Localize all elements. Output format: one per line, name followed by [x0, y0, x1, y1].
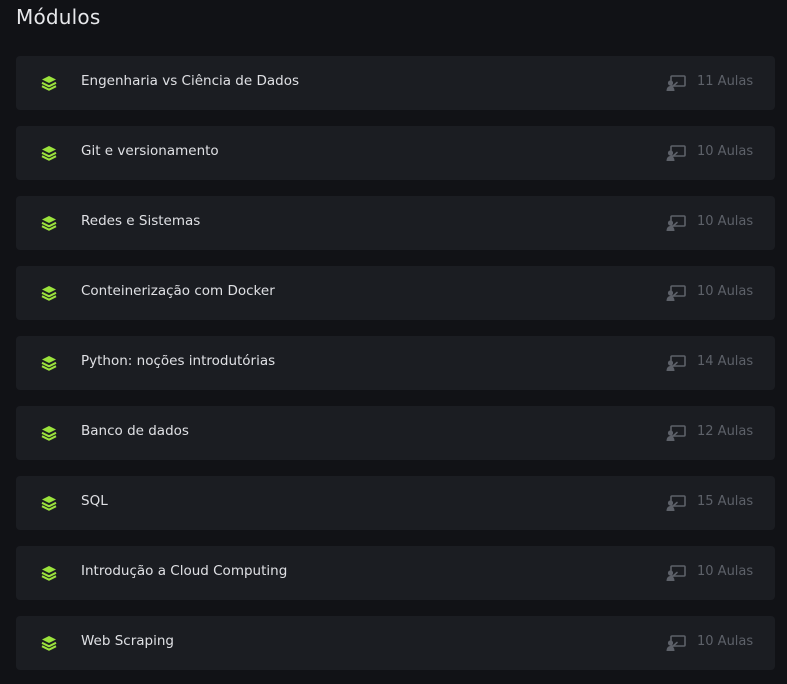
presentation-screen-icon [666, 285, 686, 301]
module-card-8[interactable]: Introdução a Cloud Computing 10 Aulas [16, 546, 775, 600]
lesson-count: 12 Aulas [697, 424, 754, 439]
layers-icon [41, 426, 57, 441]
module-name: Git e versionamento [81, 143, 219, 159]
layers-icon [41, 496, 57, 511]
presentation-screen-icon [666, 425, 686, 441]
module-card-7[interactable]: SQL 15 Aulas [16, 476, 775, 530]
module-name: Introdução a Cloud Computing [81, 563, 288, 579]
presentation-screen-icon [666, 495, 686, 511]
presentation-screen-icon [666, 145, 686, 161]
layers-icon [41, 636, 57, 651]
presentation-screen-icon [666, 565, 686, 581]
layers-icon [41, 566, 57, 581]
module-card-1[interactable]: Engenharia vs Ciência de Dados 11 Aulas [16, 56, 775, 110]
section-title: Módulos [16, 5, 101, 29]
lesson-count: 10 Aulas [697, 634, 754, 649]
module-card-3[interactable]: Redes e Sistemas 10 Aulas [16, 196, 775, 250]
presentation-screen-icon [666, 635, 686, 651]
module-name: Engenharia vs Ciência de Dados [81, 73, 299, 89]
lesson-count: 10 Aulas [697, 284, 754, 299]
module-name: Redes e Sistemas [81, 213, 201, 229]
lesson-count: 15 Aulas [697, 494, 754, 509]
lesson-count: 14 Aulas [697, 354, 754, 369]
module-list: Engenharia vs Ciência de Dados 11 Aulas … [16, 56, 775, 684]
module-name: SQL [81, 493, 108, 509]
layers-icon [41, 216, 57, 231]
presentation-screen-icon [666, 355, 686, 371]
module-card-4[interactable]: Conteinerização com Docker 10 Aulas [16, 266, 775, 320]
lesson-count: 10 Aulas [697, 144, 754, 159]
layers-icon [41, 286, 57, 301]
layers-icon [41, 76, 57, 91]
module-card-6[interactable]: Banco de dados 12 Aulas [16, 406, 775, 460]
lesson-count: 11 Aulas [697, 74, 754, 89]
presentation-screen-icon [666, 75, 686, 91]
module-name: Conteinerização com Docker [81, 283, 275, 299]
module-card-9[interactable]: Web Scraping 10 Aulas [16, 616, 775, 670]
module-name: Web Scraping [81, 633, 174, 649]
module-name: Banco de dados [81, 423, 189, 439]
lesson-count: 10 Aulas [697, 564, 754, 579]
module-card-2[interactable]: Git e versionamento 10 Aulas [16, 126, 775, 180]
layers-icon [41, 356, 57, 371]
module-card-5[interactable]: Python: noções introdutórias 14 Aulas [16, 336, 775, 390]
layers-icon [41, 146, 57, 161]
lesson-count: 10 Aulas [697, 214, 754, 229]
module-name: Python: noções introdutórias [81, 353, 276, 369]
presentation-screen-icon [666, 215, 686, 231]
